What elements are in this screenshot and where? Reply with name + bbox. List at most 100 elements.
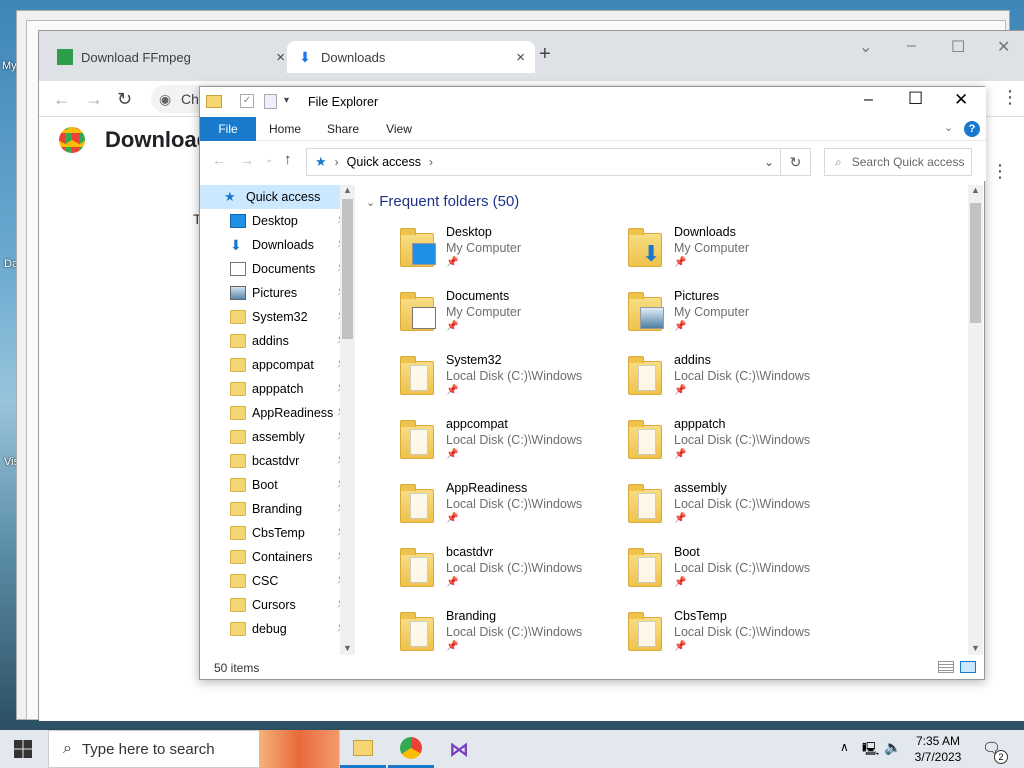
folder-tile[interactable]: assembly Local Disk (C:)\Windows 📌 bbox=[628, 481, 856, 545]
folder-tile[interactable]: bcastdvr Local Disk (C:)\Windows 📌 bbox=[400, 545, 628, 609]
nav-item[interactable]: assembly📌 bbox=[200, 425, 355, 449]
file-explorer-taskbar-button[interactable] bbox=[340, 730, 386, 768]
visual-studio-taskbar-button[interactable]: ⋈ bbox=[436, 730, 482, 768]
chrome-taskbar-button[interactable] bbox=[388, 730, 434, 768]
nav-item-quick-access[interactable]: ★ Quick access bbox=[200, 185, 355, 209]
pin-icon: 📌 bbox=[446, 641, 459, 652]
folder-tile[interactable]: System32 Local Disk (C:)\Windows 📌 bbox=[400, 353, 628, 417]
details-view-icon[interactable] bbox=[938, 661, 954, 673]
folder-tile[interactable]: Boot Local Disk (C:)\Windows 📌 bbox=[628, 545, 856, 609]
system-clock[interactable]: 7:35 AM 3/7/2023 bbox=[906, 733, 970, 765]
folder-tile[interactable]: apppatch Local Disk (C:)\Windows 📌 bbox=[628, 417, 856, 481]
nav-item[interactable]: Cursors📌 bbox=[200, 593, 355, 617]
folder-name: AppReadiness bbox=[446, 481, 528, 495]
network-icon[interactable]: 🖳 bbox=[862, 740, 879, 762]
folder-tile[interactable]: appcompat Local Disk (C:)\Windows 📌 bbox=[400, 417, 628, 481]
tab-close-icon[interactable]: × bbox=[276, 49, 285, 66]
folder-tile[interactable]: Documents My Computer 📌 bbox=[400, 289, 628, 353]
folder-location: Local Disk (C:)\Windows bbox=[674, 497, 811, 511]
scroll-up-icon[interactable]: ▲ bbox=[343, 185, 352, 195]
new-folder-icon[interactable] bbox=[264, 94, 277, 109]
nav-item[interactable]: appcompat📌 bbox=[200, 353, 355, 377]
folder-tile[interactable]: AppReadiness Local Disk (C:)\Windows 📌 bbox=[400, 481, 628, 545]
tab-share[interactable]: Share bbox=[316, 117, 370, 141]
nav-item[interactable]: apppatch📌 bbox=[200, 377, 355, 401]
address-bar[interactable]: ★ › Quick access › ⌄ bbox=[306, 148, 781, 176]
scroll-down-icon[interactable]: ▼ bbox=[971, 643, 980, 653]
nav-item[interactable]: Branding📌 bbox=[200, 497, 355, 521]
tab-close-icon[interactable]: × bbox=[516, 49, 525, 66]
maximize-button[interactable]: ☐ bbox=[908, 89, 923, 109]
windows-start-icon[interactable] bbox=[14, 740, 32, 758]
tab-view[interactable]: View bbox=[372, 117, 426, 141]
up-arrow-icon[interactable]: ↑ bbox=[284, 151, 292, 168]
folder-name: CbsTemp bbox=[674, 609, 727, 623]
breadcrumb-quick-access[interactable]: Quick access bbox=[347, 155, 421, 169]
clock-date: 3/7/2023 bbox=[914, 750, 962, 764]
scroll-down-icon[interactable]: ▼ bbox=[343, 643, 352, 653]
forward-arrow-icon[interactable]: → bbox=[240, 152, 254, 168]
nav-item[interactable]: CSC📌 bbox=[200, 569, 355, 593]
chevron-down-icon[interactable]: ⌄ bbox=[265, 154, 273, 165]
nav-item[interactable]: ⬇Downloads📌 bbox=[200, 233, 355, 257]
folder-icon bbox=[230, 574, 246, 588]
folder-tile[interactable]: ⬇ Downloads My Computer 📌 bbox=[628, 225, 856, 289]
help-icon[interactable]: ? bbox=[964, 121, 980, 137]
nav-item[interactable]: Pictures📌 bbox=[200, 281, 355, 305]
minimize-button[interactable]: – bbox=[864, 91, 873, 109]
properties-icon[interactable]: ✓ bbox=[240, 94, 254, 108]
chevron-down-icon[interactable]: ⌄ bbox=[944, 121, 953, 134]
chevron-down-icon[interactable]: ⌄ bbox=[764, 155, 774, 169]
nav-item-label: Downloads bbox=[252, 238, 314, 252]
folder-tile[interactable]: CbsTemp Local Disk (C:)\Windows 📌 bbox=[628, 609, 856, 655]
nav-item[interactable]: Desktop📌 bbox=[200, 209, 355, 233]
content-scrollbar-thumb[interactable] bbox=[970, 203, 981, 323]
minimize-button[interactable]: – bbox=[907, 37, 916, 55]
folder-tile[interactable]: Desktop My Computer 📌 bbox=[400, 225, 628, 289]
reload-icon[interactable]: ↻ bbox=[117, 89, 132, 110]
nav-item[interactable]: CbsTemp📌 bbox=[200, 521, 355, 545]
nav-item[interactable]: bcastdvr📌 bbox=[200, 449, 355, 473]
folder-tile[interactable]: Pictures My Computer 📌 bbox=[628, 289, 856, 353]
chevron-up-icon[interactable]: ∧ bbox=[840, 740, 849, 754]
desktop-icon-label[interactable]: My bbox=[2, 60, 17, 72]
folder-tile[interactable]: addins Local Disk (C:)\Windows 📌 bbox=[628, 353, 856, 417]
tab-downloads[interactable]: ⬇ Downloads × bbox=[287, 41, 535, 73]
nav-item[interactable]: AppReadiness📌 bbox=[200, 401, 355, 425]
nav-item[interactable]: debug📌 bbox=[200, 617, 355, 641]
back-arrow-icon[interactable]: ← bbox=[212, 152, 226, 168]
scroll-up-icon[interactable]: ▲ bbox=[971, 185, 980, 195]
tab-home[interactable]: Home bbox=[258, 117, 312, 141]
back-arrow-icon[interactable]: ← bbox=[53, 89, 71, 110]
close-button[interactable]: ✕ bbox=[997, 37, 1010, 57]
nav-item[interactable]: Containers📌 bbox=[200, 545, 355, 569]
forward-arrow-icon[interactable]: → bbox=[85, 89, 103, 110]
tab-download-ffmpeg[interactable]: Download FFmpeg × bbox=[47, 41, 295, 73]
tab-file[interactable]: File bbox=[200, 117, 256, 141]
maximize-button[interactable]: ☐ bbox=[951, 37, 965, 57]
nav-scrollbar-thumb[interactable] bbox=[342, 199, 353, 339]
pin-icon: 📌 bbox=[674, 513, 687, 524]
menu-dots-icon[interactable]: ⋮ bbox=[1001, 87, 1019, 108]
tiles-view-icon[interactable] bbox=[960, 661, 976, 673]
address-row: ← → ⌄ ↑ ★ › Quick access › ⌄ ↻ ⌕ Search … bbox=[200, 141, 986, 181]
nav-item[interactable]: System32📌 bbox=[200, 305, 355, 329]
menu-dots-icon[interactable]: ⋮ bbox=[991, 161, 1009, 182]
group-header[interactable]: ⌄ Frequent folders (50) bbox=[366, 193, 519, 210]
refresh-button[interactable]: ↻ bbox=[781, 148, 811, 176]
new-tab-button[interactable]: + bbox=[539, 43, 551, 66]
chevron-down-icon[interactable]: ▾ bbox=[284, 95, 289, 106]
volume-icon[interactable]: 🔈 bbox=[884, 739, 901, 756]
folder-icon bbox=[230, 550, 246, 564]
folder-tile[interactable]: Branding Local Disk (C:)\Windows 📌 bbox=[400, 609, 628, 655]
folder-name: Boot bbox=[674, 545, 700, 559]
search-input[interactable]: ⌕ Search Quick access bbox=[824, 148, 972, 176]
folder-location: Local Disk (C:)\Windows bbox=[446, 625, 583, 639]
nav-item[interactable]: Documents📌 bbox=[200, 257, 355, 281]
chevron-down-icon[interactable]: ⌄ bbox=[859, 37, 872, 57]
breadcrumb-separator: › bbox=[334, 155, 339, 169]
close-button[interactable]: ✕ bbox=[954, 90, 968, 110]
nav-item[interactable]: addins📌 bbox=[200, 329, 355, 353]
nav-item[interactable]: Boot📌 bbox=[200, 473, 355, 497]
taskbar-search-box[interactable]: ⌕ Type here to search bbox=[48, 730, 340, 768]
